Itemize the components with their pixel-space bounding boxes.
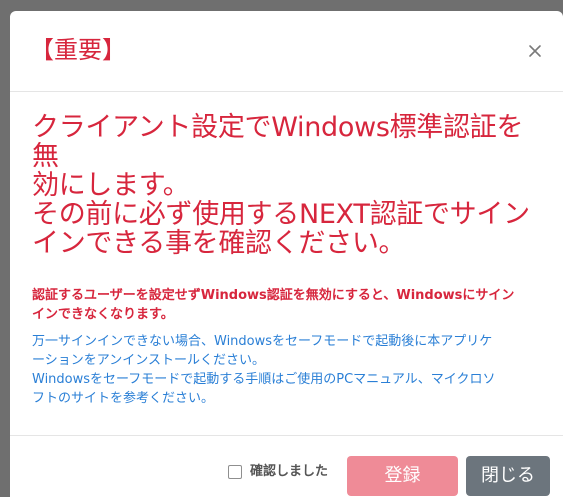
confirm-checkbox-row[interactable]: 確認しました bbox=[228, 464, 328, 480]
close-icon bbox=[527, 43, 543, 59]
confirm-checkbox-label: 確認しました bbox=[250, 464, 329, 479]
dialog-title: 【重要】 bbox=[30, 36, 126, 64]
help-note: 万一サインインできない場合、Windowsをセーフモードで起動後に本アプリケ ー… bbox=[32, 334, 496, 406]
dialog-body: クライアント設定でWindows標準認証を無 効にします。 その前に必ず使用する… bbox=[10, 92, 563, 436]
dialog: 【重要】 クライアント設定でWindows標準認証を無 効にします。 その前に必… bbox=[10, 11, 563, 497]
warning-message: 認証するユーザーを設定せずWindows認証を無効にすると、Windowsにサイ… bbox=[32, 288, 515, 322]
confirm-checkbox[interactable] bbox=[228, 465, 242, 479]
dialog-footer: 確認しました 登録 閉じる bbox=[10, 435, 563, 497]
dialog-header: 【重要】 bbox=[10, 11, 563, 92]
register-button[interactable]: 登録 bbox=[347, 456, 458, 496]
close-button[interactable] bbox=[519, 35, 551, 67]
footer-close-button[interactable]: 閉じる bbox=[466, 456, 550, 496]
headline-message: クライアント設定でWindows標準認証を無 効にします。 その前に必ず使用する… bbox=[32, 112, 530, 259]
